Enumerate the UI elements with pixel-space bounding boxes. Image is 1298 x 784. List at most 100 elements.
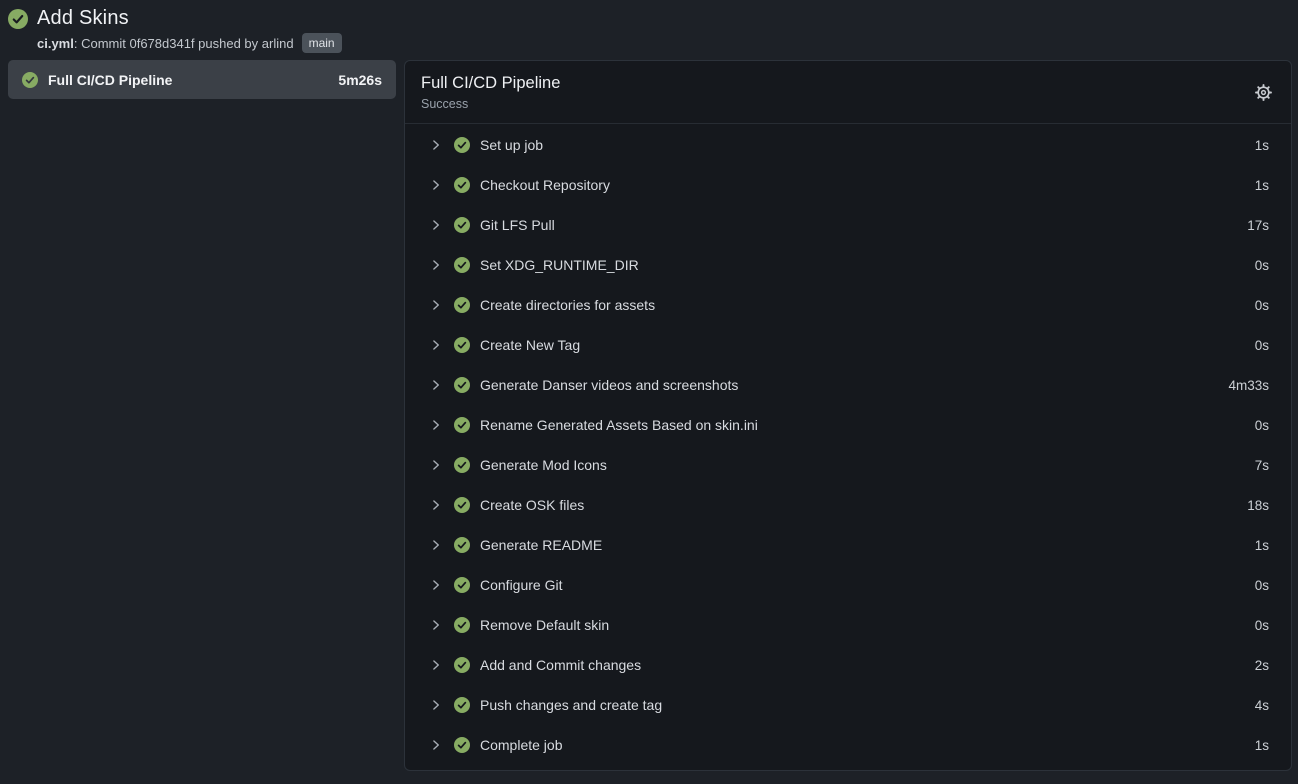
step-name: Configure Git bbox=[480, 577, 1255, 593]
step-row[interactable]: Rename Generated Assets Based on skin.in… bbox=[405, 405, 1291, 445]
step-duration: 4m33s bbox=[1228, 378, 1269, 393]
chevron-right-icon[interactable] bbox=[429, 338, 443, 352]
step-name: Generate Danser videos and screenshots bbox=[480, 377, 1228, 393]
chevron-right-icon[interactable] bbox=[429, 698, 443, 712]
step-success-icon bbox=[454, 297, 470, 313]
step-duration: 0s bbox=[1255, 618, 1269, 633]
sidebar-job-full-cicd-pipeline[interactable]: Full CI/CD Pipeline 5m26s bbox=[8, 60, 396, 99]
chevron-right-icon[interactable] bbox=[429, 138, 443, 152]
step-name: Create directories for assets bbox=[480, 297, 1255, 313]
step-name: Create OSK files bbox=[480, 497, 1247, 513]
step-row[interactable]: Git LFS Pull 17s bbox=[405, 205, 1291, 245]
step-success-icon bbox=[454, 697, 470, 713]
job-name: Full CI/CD Pipeline bbox=[48, 72, 328, 88]
workflow-run-page: Add Skins ci.yml: Commit 0f678d341f push… bbox=[0, 0, 1298, 771]
step-duration: 2s bbox=[1255, 658, 1269, 673]
step-duration: 1s bbox=[1255, 738, 1269, 753]
step-success-icon bbox=[454, 417, 470, 433]
branch-badge[interactable]: main bbox=[302, 33, 342, 53]
chevron-right-icon[interactable] bbox=[429, 498, 443, 512]
steps-list: Set up job 1s Checkout Repository 1s bbox=[405, 124, 1291, 769]
chevron-right-icon[interactable] bbox=[429, 258, 443, 272]
run-content: Full CI/CD Pipeline 5m26s Full CI/CD Pip… bbox=[0, 56, 1298, 771]
step-row[interactable]: Remove Default skin 0s bbox=[405, 605, 1291, 645]
job-status-label: Success bbox=[421, 97, 560, 111]
step-name: Remove Default skin bbox=[480, 617, 1255, 633]
step-name: Create New Tag bbox=[480, 337, 1255, 353]
step-name: Rename Generated Assets Based on skin.in… bbox=[480, 417, 1255, 433]
chevron-right-icon[interactable] bbox=[429, 298, 443, 312]
chevron-right-icon[interactable] bbox=[429, 618, 443, 632]
run-header: Add Skins ci.yml: Commit 0f678d341f push… bbox=[0, 0, 1298, 56]
step-success-icon bbox=[454, 537, 470, 553]
step-duration: 4s bbox=[1255, 698, 1269, 713]
step-name: Git LFS Pull bbox=[480, 217, 1247, 233]
step-success-icon bbox=[454, 377, 470, 393]
step-duration: 7s bbox=[1255, 458, 1269, 473]
job-duration: 5m26s bbox=[338, 72, 382, 88]
subtitle-text: : Commit bbox=[74, 36, 130, 51]
chevron-right-icon[interactable] bbox=[429, 738, 443, 752]
commit-hash-link[interactable]: 0f678d341f bbox=[129, 36, 194, 51]
step-success-icon bbox=[454, 137, 470, 153]
step-row[interactable]: Push changes and create tag 4s bbox=[405, 685, 1291, 725]
chevron-right-icon[interactable] bbox=[429, 458, 443, 472]
step-name: Set up job bbox=[480, 137, 1255, 153]
step-name: Generate Mod Icons bbox=[480, 457, 1255, 473]
run-success-icon bbox=[8, 9, 28, 29]
run-title: Add Skins bbox=[37, 7, 129, 30]
chevron-right-icon[interactable] bbox=[429, 178, 443, 192]
step-row[interactable]: Set up job 1s bbox=[405, 125, 1291, 165]
step-row[interactable]: Generate README 1s bbox=[405, 525, 1291, 565]
job-success-icon bbox=[22, 72, 38, 88]
step-duration: 0s bbox=[1255, 258, 1269, 273]
step-success-icon bbox=[454, 337, 470, 353]
chevron-right-icon[interactable] bbox=[429, 658, 443, 672]
step-row[interactable]: Create directories for assets 0s bbox=[405, 285, 1291, 325]
chevron-right-icon[interactable] bbox=[429, 578, 443, 592]
step-success-icon bbox=[454, 457, 470, 473]
step-row[interactable]: Create OSK files 18s bbox=[405, 485, 1291, 525]
workflow-file-link[interactable]: ci.yml bbox=[37, 36, 74, 51]
step-success-icon bbox=[454, 257, 470, 273]
step-row[interactable]: Configure Git 0s bbox=[405, 565, 1291, 605]
step-success-icon bbox=[454, 177, 470, 193]
chevron-right-icon[interactable] bbox=[429, 378, 443, 392]
gear-icon[interactable] bbox=[1254, 83, 1273, 102]
step-duration: 0s bbox=[1255, 418, 1269, 433]
step-name: Push changes and create tag bbox=[480, 697, 1255, 713]
step-row[interactable]: Complete job 1s bbox=[405, 725, 1291, 765]
author-link[interactable]: arlind bbox=[262, 36, 294, 51]
step-success-icon bbox=[454, 657, 470, 673]
step-duration: 17s bbox=[1247, 218, 1269, 233]
step-name: Complete job bbox=[480, 737, 1255, 753]
step-name: Generate README bbox=[480, 537, 1255, 553]
step-success-icon bbox=[454, 497, 470, 513]
job-panel-title: Full CI/CD Pipeline bbox=[421, 74, 560, 93]
step-row[interactable]: Set XDG_RUNTIME_DIR 0s bbox=[405, 245, 1291, 285]
chevron-right-icon[interactable] bbox=[429, 218, 443, 232]
step-duration: 0s bbox=[1255, 578, 1269, 593]
chevron-right-icon[interactable] bbox=[429, 538, 443, 552]
chevron-right-icon[interactable] bbox=[429, 418, 443, 432]
jobs-sidebar: Full CI/CD Pipeline 5m26s bbox=[0, 56, 404, 99]
step-name: Set XDG_RUNTIME_DIR bbox=[480, 257, 1255, 273]
step-row[interactable]: Generate Mod Icons 7s bbox=[405, 445, 1291, 485]
step-duration: 0s bbox=[1255, 338, 1269, 353]
step-row[interactable]: Create New Tag 0s bbox=[405, 325, 1291, 365]
step-row[interactable]: Generate Danser videos and screenshots 4… bbox=[405, 365, 1291, 405]
step-row[interactable]: Add and Commit changes 2s bbox=[405, 645, 1291, 685]
step-duration: 1s bbox=[1255, 178, 1269, 193]
step-duration: 1s bbox=[1255, 538, 1269, 553]
step-success-icon bbox=[454, 217, 470, 233]
step-row[interactable]: Checkout Repository 1s bbox=[405, 165, 1291, 205]
job-detail-panel: Full CI/CD Pipeline Success bbox=[404, 60, 1292, 771]
step-duration: 18s bbox=[1247, 498, 1269, 513]
step-success-icon bbox=[454, 577, 470, 593]
step-duration: 0s bbox=[1255, 298, 1269, 313]
step-success-icon bbox=[454, 737, 470, 753]
step-name: Add and Commit changes bbox=[480, 657, 1255, 673]
step-name: Checkout Repository bbox=[480, 177, 1255, 193]
subtitle-text: pushed by bbox=[195, 36, 262, 51]
job-panel-header: Full CI/CD Pipeline Success bbox=[405, 61, 1291, 124]
